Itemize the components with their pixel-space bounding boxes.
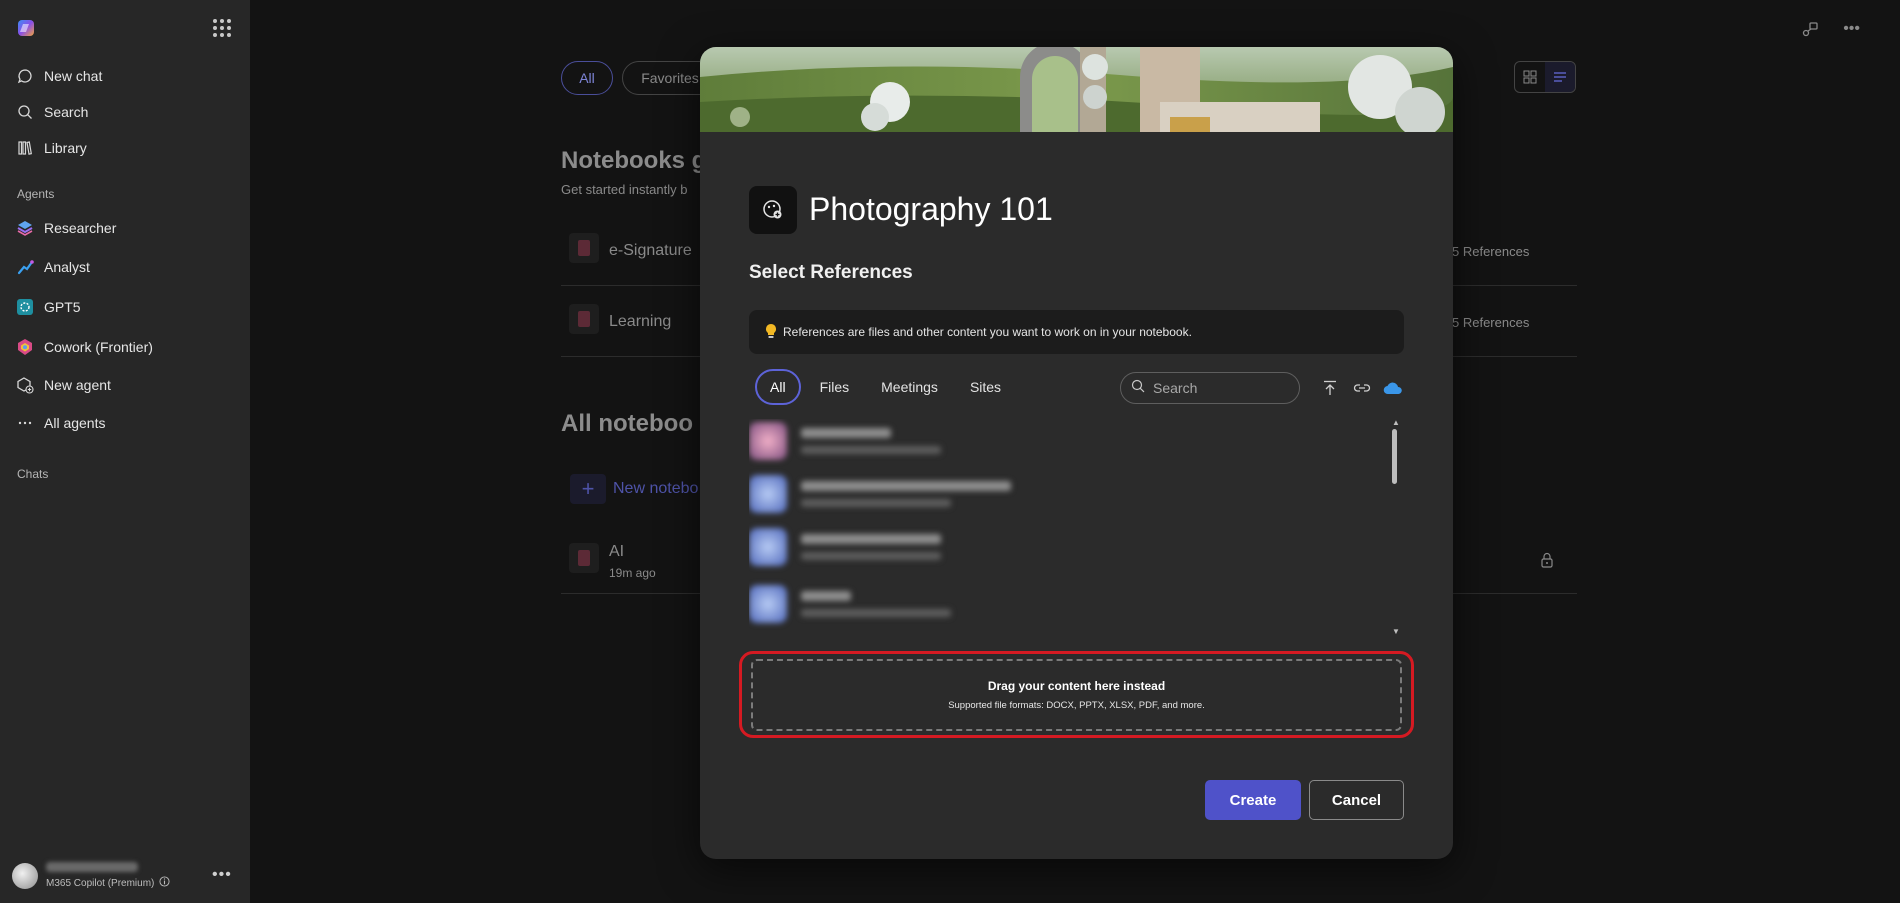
more-dots-icon [16, 414, 34, 432]
list-item[interactable] [749, 469, 1309, 519]
new-notebook-dialog: Photography 101 Select References Refere… [700, 47, 1453, 859]
nav-search[interactable]: Search [16, 99, 88, 125]
templates-subheading: Get started instantly b [561, 182, 688, 197]
notebook-time: 19m ago [609, 566, 656, 580]
chats-section-label: Chats [17, 467, 49, 481]
agent-all-agents[interactable]: All agents [16, 410, 105, 436]
sidebar: New chat Search Library Agents Researche… [0, 0, 250, 903]
agent-gpt5[interactable]: GPT5 [16, 294, 81, 320]
template-name: Learning [609, 313, 672, 330]
lightbulb-icon [765, 323, 777, 342]
scrollbar[interactable] [1392, 429, 1397, 484]
analyst-icon [16, 258, 34, 276]
lock-icon [1540, 552, 1554, 573]
agent-new-agent[interactable]: New agent [16, 372, 111, 398]
agents-section-label: Agents [17, 187, 55, 201]
nav-label: Researcher [44, 220, 117, 236]
scroll-down-icon[interactable]: ▼ [1392, 627, 1400, 636]
user-more-icon[interactable]: ••• [212, 866, 232, 884]
upload-icon[interactable] [1319, 377, 1341, 399]
grid-view-icon[interactable] [1515, 62, 1545, 92]
reference-list [749, 419, 1404, 641]
list-item[interactable] [749, 419, 1309, 466]
tab-files[interactable]: Files [807, 369, 863, 405]
scroll-up-icon[interactable]: ▲ [1392, 418, 1400, 427]
cowork-icon [16, 338, 34, 356]
researcher-icon [16, 219, 34, 237]
reference-search[interactable] [1120, 372, 1300, 404]
nav-label: Library [44, 140, 87, 156]
search-icon [1131, 379, 1145, 398]
template-name: e-Signature [609, 242, 692, 259]
agent-analyst[interactable]: Analyst [16, 254, 90, 280]
library-icon [16, 139, 34, 157]
tab-all[interactable]: All [755, 369, 801, 405]
new-notebook-button[interactable]: New notebo [613, 480, 698, 498]
notebook-icon [569, 233, 599, 263]
tab-meetings[interactable]: Meetings [868, 369, 951, 405]
drop-zone-title: Drag your content here instead [987, 679, 1166, 693]
share-icon[interactable] [1801, 20, 1819, 43]
nav-label: Analyst [44, 259, 90, 275]
drop-zone[interactable]: Drag your content here instead Supported… [751, 659, 1402, 731]
banner-image [700, 47, 1453, 132]
copilot-logo-icon[interactable] [16, 18, 36, 38]
notebook-icon [569, 543, 599, 573]
list-item[interactable] [749, 579, 1309, 629]
nav-label: GPT5 [44, 299, 81, 315]
search-icon [16, 103, 34, 121]
link-icon[interactable] [1351, 377, 1373, 399]
all-notebooks-heading: All noteboo [561, 410, 693, 437]
create-button[interactable]: Create [1205, 780, 1301, 820]
info-text: References are files and other content y… [783, 325, 1192, 339]
user-plan: M365 Copilot (Premium) [46, 877, 155, 889]
nav-label: New agent [44, 377, 111, 393]
more-options-icon[interactable]: ••• [1843, 20, 1860, 43]
reference-tabs: All Files Meetings Sites [755, 369, 1014, 405]
cancel-button[interactable]: Cancel [1309, 780, 1404, 820]
search-input[interactable] [1153, 380, 1283, 396]
nav-label: Cowork (Frontier) [44, 339, 153, 355]
gpt5-icon [16, 298, 34, 316]
info-icon[interactable] [159, 876, 170, 890]
notebook-name: AI [609, 543, 625, 560]
dialog-title[interactable]: Photography 101 [809, 191, 1053, 228]
app-launcher-icon[interactable] [213, 19, 231, 37]
templates-heading: Notebooks g [561, 147, 707, 174]
dialog-subtitle: Select References [749, 262, 913, 283]
list-item[interactable] [749, 522, 1309, 572]
drop-zone-subtitle: Supported file formats: DOCX, PPTX, XLSX… [948, 700, 1205, 711]
add-icon[interactable]: + [570, 474, 606, 504]
template-refs: 5 References [1452, 244, 1530, 259]
chat-bubble-icon [16, 67, 34, 85]
agent-researcher[interactable]: Researcher [16, 215, 116, 241]
tab-sites[interactable]: Sites [957, 369, 1014, 405]
avatar [12, 863, 38, 889]
new-agent-icon [16, 376, 34, 394]
nav-label: Search [44, 104, 89, 120]
list-view-icon[interactable] [1545, 62, 1575, 92]
notebook-icon [569, 304, 599, 334]
info-banner: References are files and other content y… [749, 310, 1404, 354]
notebook-emblem-icon[interactable] [749, 186, 797, 234]
nav-library[interactable]: Library [16, 135, 87, 161]
filter-all[interactable]: All [561, 61, 613, 95]
nav-label: All agents [44, 415, 106, 431]
user-profile[interactable]: M365 Copilot (Premium) [12, 862, 170, 890]
onedrive-icon[interactable] [1382, 377, 1404, 399]
nav-label: New chat [44, 68, 103, 84]
agent-cowork[interactable]: Cowork (Frontier) [16, 334, 153, 360]
view-toggle[interactable] [1514, 61, 1576, 93]
user-name-blurred [46, 862, 138, 872]
nav-new-chat[interactable]: New chat [16, 63, 102, 89]
template-refs: 5 References [1452, 315, 1530, 330]
